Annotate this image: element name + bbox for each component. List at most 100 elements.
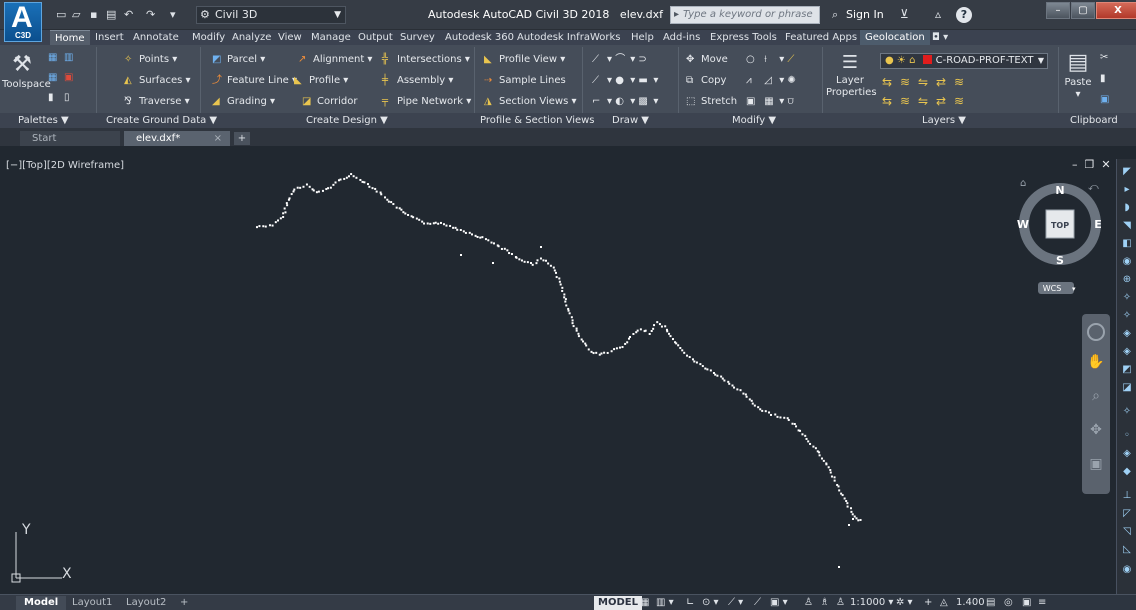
annotation-scale-icon[interactable]: ♙ bbox=[836, 596, 845, 610]
tool-2-icon[interactable]: ▸ bbox=[1120, 183, 1134, 197]
tab-model[interactable]: Model bbox=[16, 596, 67, 610]
parcel-button[interactable]: ◩ Parcel ▾ bbox=[212, 53, 265, 66]
traverse-button[interactable]: ⅋ Traverse ▾ bbox=[124, 95, 190, 108]
lineweight-icon[interactable]: ◬ bbox=[940, 596, 948, 610]
survey-palette-button[interactable]: ▥ bbox=[64, 51, 79, 64]
rotate-button[interactable]: ○ ⟊ ▾ ⟋ bbox=[746, 53, 802, 66]
line-tool-button[interactable]: ⟋ ▾ ⌒ ▾ ⊃ bbox=[592, 53, 653, 66]
rotate-arrow-icon[interactable]: ⤺ bbox=[1088, 182, 1099, 193]
tool-18-icon[interactable]: ⊥ bbox=[1120, 489, 1134, 503]
sample-lines-button[interactable]: ⇢ Sample Lines bbox=[484, 74, 566, 87]
ortho-icon[interactable]: ∟ bbox=[686, 596, 694, 610]
layer-previous-icon[interactable]: ⇋ bbox=[918, 75, 928, 89]
orbit-icon[interactable]: ✥ bbox=[1090, 422, 1102, 438]
snap-icon[interactable]: ▥ ▾ bbox=[656, 596, 674, 610]
panel-label-palettes[interactable]: Palettes ▼ bbox=[18, 114, 69, 127]
mirror-button[interactable]: ⩘ ◿ ▾ ✺ bbox=[746, 74, 802, 87]
tab-manage[interactable]: Manage bbox=[306, 30, 356, 45]
surfaces-button[interactable]: ◭ Surfaces ▾ bbox=[124, 74, 191, 87]
navigation-bar[interactable]: ✋ ⌕ ✥ ▣ bbox=[1082, 314, 1110, 494]
application-menu-button[interactable]: A C3D bbox=[4, 1, 42, 42]
profile-button[interactable]: ◣ Profile ▾ bbox=[294, 74, 348, 87]
tool-17-icon[interactable]: ◆ bbox=[1120, 465, 1134, 479]
layer-off-icon[interactable]: ⇆ bbox=[882, 94, 892, 108]
compass-east[interactable]: E bbox=[1094, 218, 1102, 231]
tool-10-icon[interactable]: ◈ bbox=[1120, 327, 1134, 341]
tab-modify[interactable]: Modify bbox=[187, 30, 230, 45]
tab-insert[interactable]: Insert bbox=[90, 30, 129, 45]
layer-match-icon[interactable]: ≋ bbox=[900, 75, 910, 89]
alignment-button[interactable]: ↗ Alignment ▾ bbox=[298, 53, 372, 66]
layer-merge-icon[interactable]: ≋ bbox=[954, 94, 964, 108]
pipe-network-button[interactable]: ╤ Pipe Network ▾ bbox=[382, 95, 471, 108]
help-icon[interactable]: ? bbox=[956, 7, 972, 23]
panel-label-draw[interactable]: Draw ▼ bbox=[612, 114, 649, 127]
sign-in-button[interactable]: Sign In bbox=[832, 8, 884, 21]
tab-view[interactable]: View bbox=[273, 30, 307, 45]
isolate-icon[interactable]: ◎ bbox=[1004, 596, 1013, 610]
stretch-button[interactable]: ⬚ Stretch bbox=[686, 95, 737, 108]
tab-survey[interactable]: Survey bbox=[395, 30, 440, 45]
new-tab-button[interactable]: + bbox=[234, 132, 250, 145]
paste-special-button[interactable]: ▣ bbox=[1100, 93, 1115, 106]
customize-icon[interactable]: ≡ bbox=[1038, 596, 1046, 610]
print-icon[interactable]: ▤ bbox=[106, 9, 118, 20]
annotation-visibility-icon[interactable]: ♙ bbox=[804, 596, 813, 610]
restore-button[interactable]: ▢ bbox=[1071, 2, 1095, 19]
file-tab-current[interactable]: elev.dxf* × bbox=[124, 131, 230, 146]
lineweight-value[interactable]: 1.400 bbox=[956, 596, 985, 610]
copy-clip-button[interactable]: ▮ bbox=[1100, 72, 1115, 85]
data-shortcuts-button[interactable]: ▦ bbox=[48, 71, 63, 84]
tool-19-icon[interactable]: ◸ bbox=[1120, 507, 1134, 521]
panel-label-create-design[interactable]: Create Design ▼ bbox=[306, 114, 388, 127]
layer-lock-icon[interactable]: ≋ bbox=[900, 94, 910, 108]
close-tab-icon[interactable]: × bbox=[214, 131, 222, 146]
close-button[interactable]: X bbox=[1096, 2, 1136, 19]
tool-palette-button[interactable]: ▯ bbox=[64, 91, 79, 104]
pan-hand-icon[interactable]: ✋ bbox=[1087, 353, 1104, 370]
model-space-toggle[interactable]: MODEL bbox=[594, 596, 642, 610]
layer-tool-icon[interactable]: ⇆ bbox=[882, 75, 892, 89]
file-tab-start[interactable]: Start bbox=[20, 131, 120, 146]
tool-9-icon[interactable]: ✧ bbox=[1120, 309, 1134, 323]
tab-express-tools[interactable]: Express Tools bbox=[705, 30, 782, 45]
corridor-button[interactable]: ◪ Corridor bbox=[302, 95, 358, 108]
tab-analyze[interactable]: Analyze bbox=[227, 30, 276, 45]
search-input[interactable]: ▸ Type a keyword or phrase bbox=[670, 6, 820, 24]
viewport-window-controls[interactable]: – ❐ ✕ bbox=[1072, 158, 1111, 171]
home-icon[interactable]: ⌂ bbox=[1020, 178, 1026, 189]
tab-layout1[interactable]: Layout1 bbox=[64, 596, 120, 610]
undo-icon[interactable]: ↶ bbox=[124, 9, 136, 20]
tool-21-icon[interactable]: ◺ bbox=[1120, 543, 1134, 557]
tool-15-icon[interactable]: ◦ bbox=[1120, 429, 1134, 443]
panorama-button[interactable]: ▣ bbox=[64, 71, 79, 84]
cut-button[interactable]: ✂ bbox=[1100, 51, 1115, 64]
isodraft-icon[interactable]: ⟋ ▾ bbox=[728, 596, 743, 610]
feature-line-button[interactable]: ⤴ Feature Line ▾ bbox=[212, 74, 297, 87]
minimize-button[interactable]: – bbox=[1046, 2, 1070, 19]
clean-screen-icon[interactable]: ▣ bbox=[1022, 596, 1031, 610]
panel-label-layers[interactable]: Layers ▼ bbox=[922, 114, 966, 127]
tool-13-icon[interactable]: ◪ bbox=[1120, 381, 1134, 395]
tool-4-icon[interactable]: ◥ bbox=[1120, 219, 1134, 233]
tool-14-icon[interactable]: ✧ bbox=[1120, 405, 1134, 419]
tab-home[interactable]: Home bbox=[50, 30, 90, 45]
tool-3-icon[interactable]: ◗ bbox=[1120, 201, 1134, 215]
copy-button[interactable]: ⧉ Copy bbox=[686, 74, 726, 87]
panel-label-modify[interactable]: Modify ▼ bbox=[732, 114, 776, 127]
circle-tool-button[interactable]: ⟋ ▾ ● ▾ ▬ ▾ bbox=[592, 74, 658, 87]
annotation-scale-value[interactable]: 1:1000 ▾ bbox=[850, 596, 893, 610]
compass-south[interactable]: S bbox=[1056, 254, 1064, 267]
layer-walk-icon[interactable]: ⇄ bbox=[936, 94, 946, 108]
plus-icon[interactable]: + bbox=[924, 596, 932, 610]
open-folder-icon[interactable]: ▱ bbox=[72, 9, 84, 20]
polar-icon[interactable]: ⊙ ▾ bbox=[702, 596, 719, 610]
osnap-icon[interactable]: ⟋ bbox=[754, 596, 761, 610]
intersections-button[interactable]: ╬ Intersections ▾ bbox=[382, 53, 470, 66]
tab-output[interactable]: Output bbox=[353, 30, 398, 45]
tab-featured-apps[interactable]: Featured Apps bbox=[780, 30, 862, 45]
layer-properties-button[interactable]: ☰ Layer Properties bbox=[826, 53, 877, 99]
tab-annotate[interactable]: Annotate bbox=[128, 30, 184, 45]
autoscale-icon[interactable]: ♗ bbox=[820, 596, 829, 610]
save-icon[interactable]: ▪ bbox=[90, 9, 102, 20]
